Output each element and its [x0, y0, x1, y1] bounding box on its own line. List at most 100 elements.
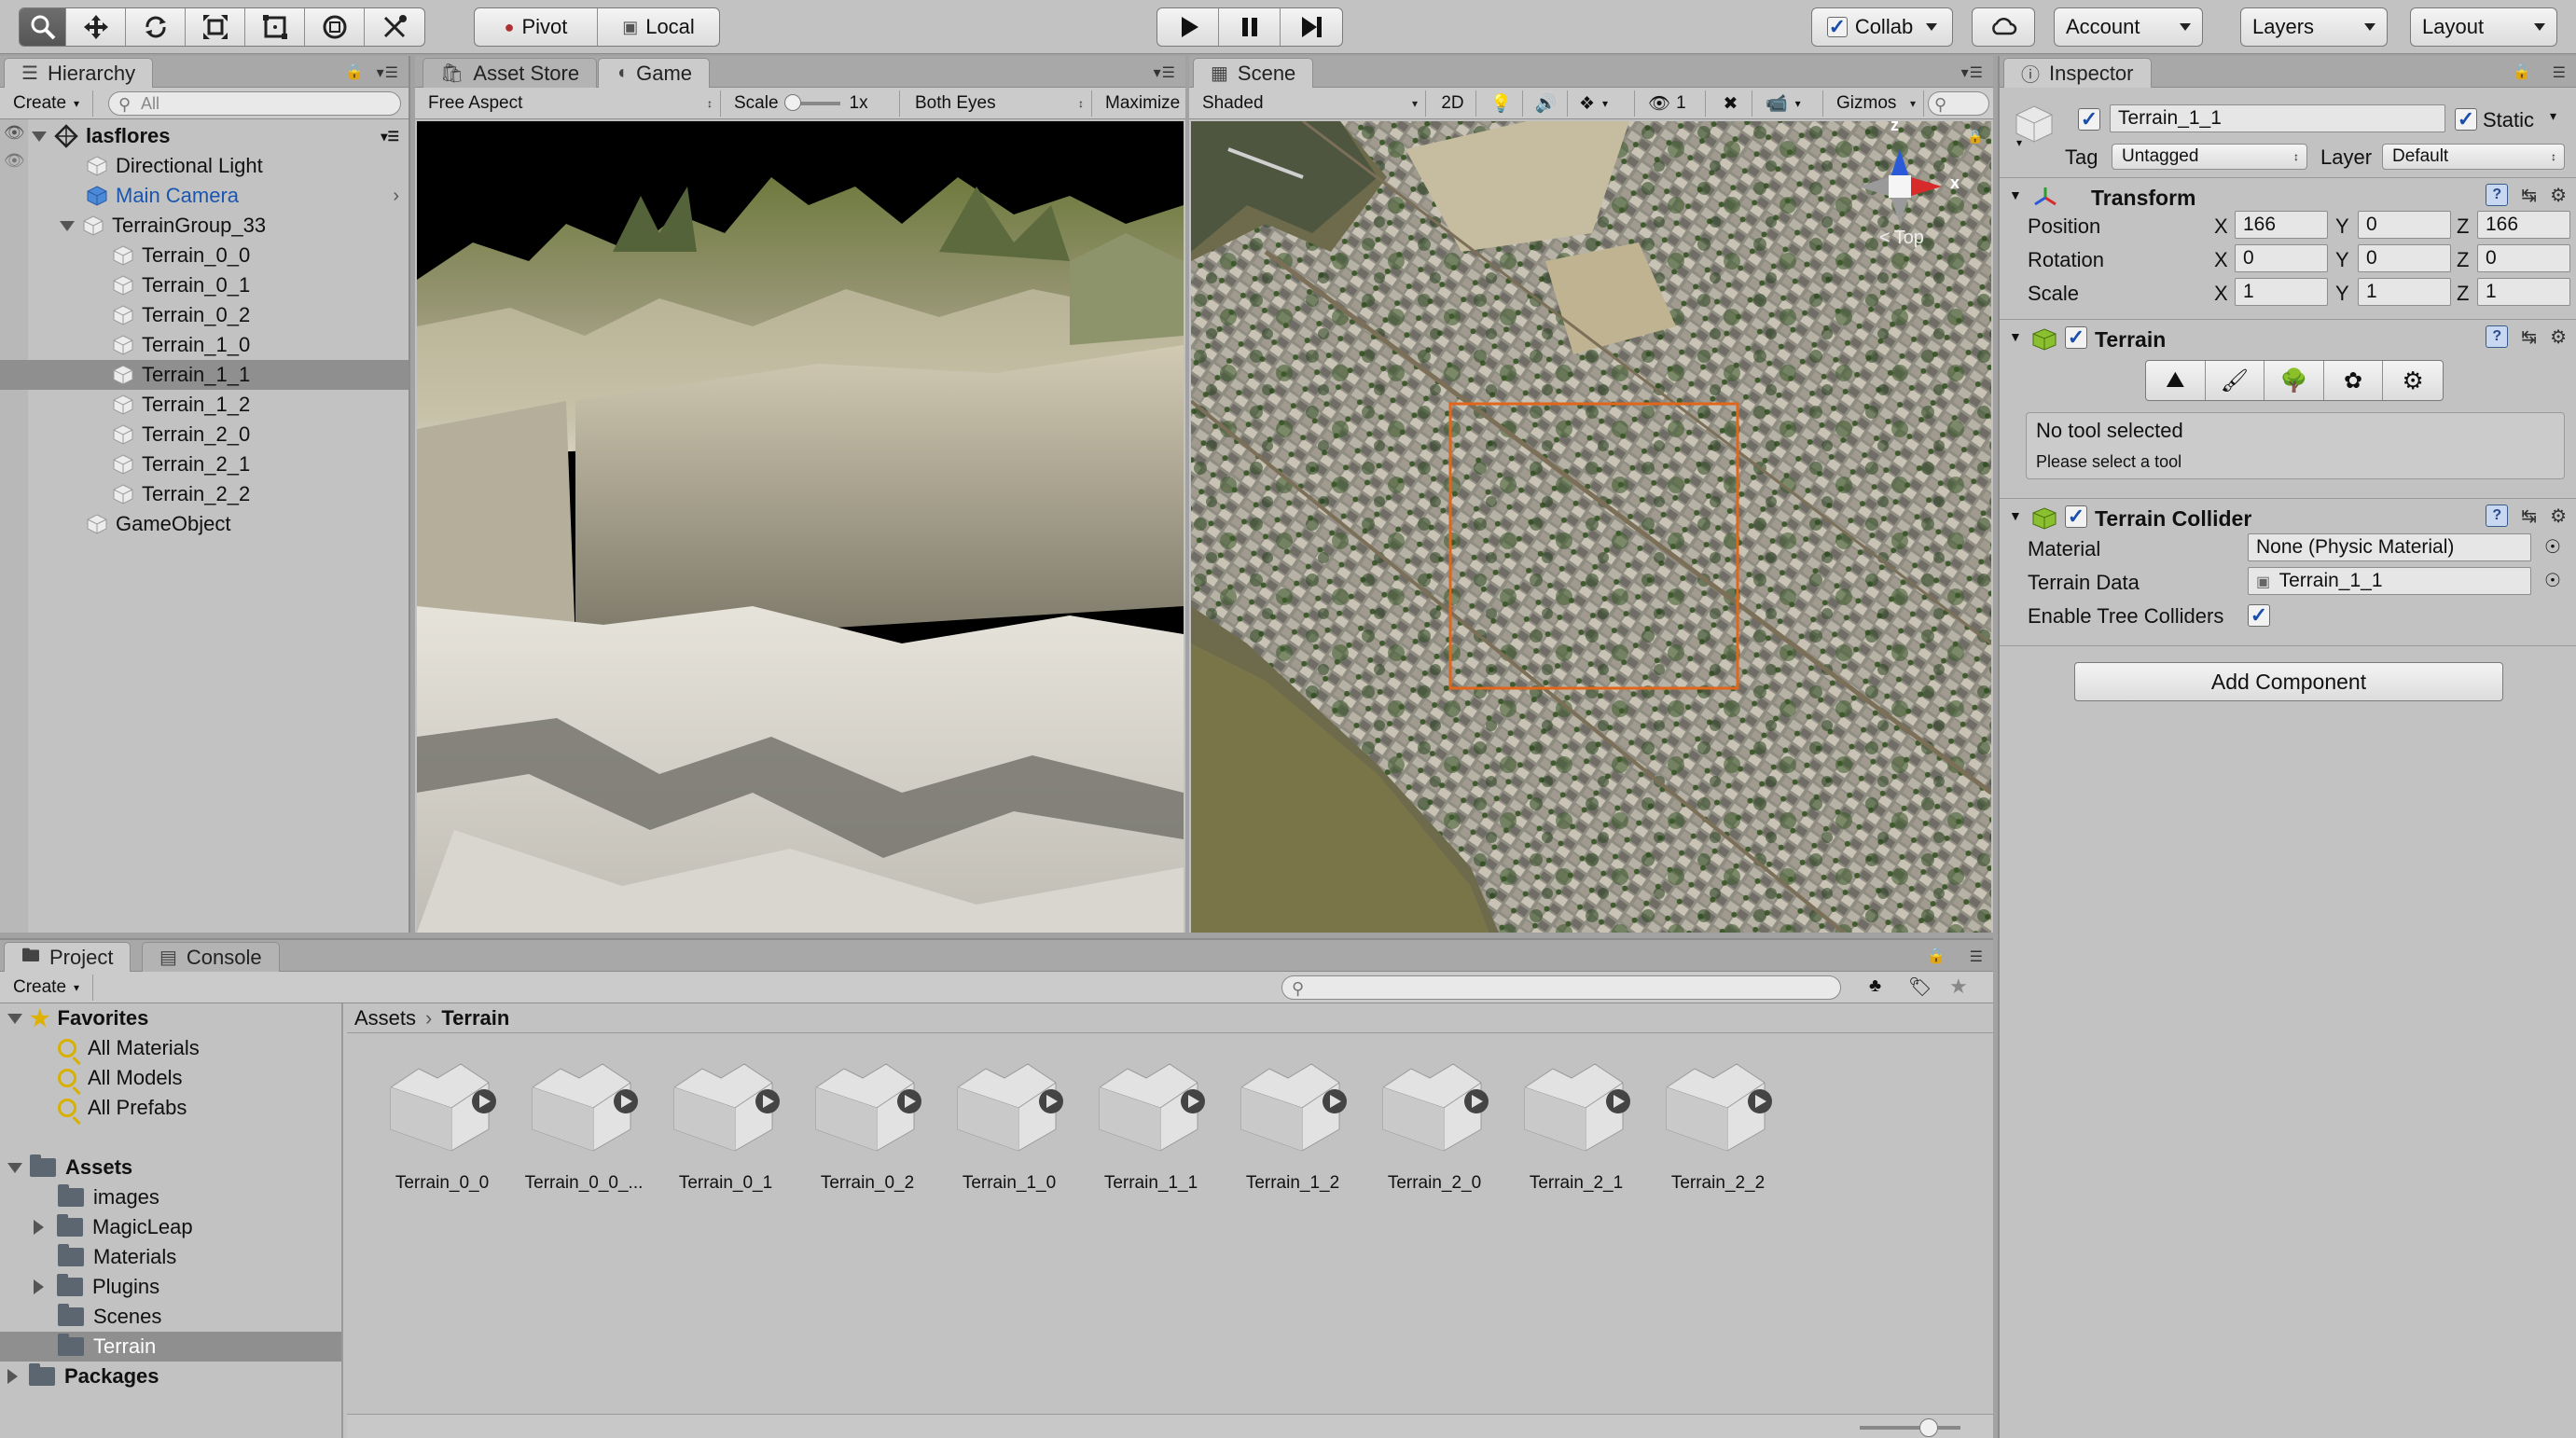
- paint-details-button[interactable]: ✿: [2324, 361, 2384, 400]
- rect-tool-button[interactable]: [245, 8, 305, 46]
- raise-terrain-button[interactable]: ⛰: [2146, 361, 2206, 400]
- expand-arrow-icon[interactable]: [34, 1220, 44, 1235]
- hidden-objects-toggle[interactable]: 👁 1: [1639, 90, 1706, 117]
- transform-header[interactable]: ▼ Transform ? ↹ ⚙: [2000, 177, 2576, 213]
- eyes-dropdown[interactable]: Both Eyes ↕: [906, 90, 1092, 117]
- fold-arrow-icon[interactable]: ▼: [2009, 508, 2022, 523]
- rotate-tool-button[interactable]: [126, 8, 186, 46]
- hierarchy-item[interactable]: Terrain_0_2: [0, 300, 409, 330]
- hierarchy-item[interactable]: Terrain_1_0: [0, 330, 409, 360]
- local-button[interactable]: ▣ Local: [598, 8, 719, 46]
- star-icon[interactable]: ★: [1949, 975, 1968, 999]
- effects-dropdown[interactable]: ❖ ▾: [1570, 90, 1635, 117]
- folder-item-selected[interactable]: Terrain: [0, 1332, 341, 1362]
- layout-dropdown[interactable]: Layout: [2410, 7, 2557, 47]
- collider-enabled-checkbox[interactable]: [2065, 505, 2087, 528]
- expand-arrow-icon[interactable]: [34, 1279, 44, 1294]
- tab-console[interactable]: ▤ Console: [142, 942, 280, 972]
- fold-arrow-icon[interactable]: ▼: [2009, 187, 2022, 202]
- object-picker-icon[interactable]: ☉: [2544, 569, 2561, 592]
- terrain-settings-button[interactable]: ⚙: [2383, 361, 2443, 400]
- favorite-item[interactable]: All Prefabs: [0, 1093, 341, 1123]
- move-tool-button[interactable]: [66, 8, 126, 46]
- scale-slider[interactable]: Scale 1x: [725, 90, 900, 117]
- gear-icon[interactable]: ⚙: [2550, 184, 2567, 207]
- preset-icon[interactable]: ↹: [2521, 184, 2537, 207]
- lock-icon[interactable]: 🔒: [345, 62, 364, 81]
- tab-asset-store[interactable]: 🛍 Asset Store: [422, 58, 598, 88]
- tag-icon[interactable]: 🏷: [1908, 975, 1932, 999]
- fold-arrow-icon[interactable]: [7, 1162, 22, 1173]
- add-component-button[interactable]: Add Component: [2074, 662, 2503, 701]
- tree-colliders-checkbox[interactable]: [2248, 604, 2270, 627]
- transform-tool-button[interactable]: [305, 8, 365, 46]
- gear-icon[interactable]: ⚙: [2550, 505, 2567, 528]
- preset-icon[interactable]: ↹: [2521, 325, 2537, 349]
- expand-arrow-icon[interactable]: [7, 1369, 18, 1384]
- panel-menu-icon[interactable]: ☰: [2553, 63, 2567, 82]
- hierarchy-item[interactable]: Directional Light: [0, 151, 409, 181]
- packages-row[interactable]: Packages: [0, 1362, 341, 1391]
- pause-button[interactable]: [1219, 8, 1281, 46]
- scale-z-input[interactable]: 1: [2477, 278, 2570, 306]
- slider-thumb[interactable]: [783, 94, 801, 111]
- layers-dropdown[interactable]: Layers: [2240, 7, 2388, 47]
- hierarchy-item[interactable]: GameObject: [0, 509, 409, 539]
- account-dropdown[interactable]: Account: [2054, 7, 2203, 47]
- custom-tool-button[interactable]: [365, 8, 424, 46]
- favorite-item[interactable]: All Materials: [0, 1033, 341, 1063]
- position-x-input[interactable]: 166: [2235, 211, 2328, 239]
- project-search-input[interactable]: ⚲: [1281, 975, 1841, 1000]
- cloud-button[interactable]: [1972, 7, 2035, 47]
- hierarchy-item[interactable]: Terrain_1_2: [0, 390, 409, 420]
- lighting-toggle[interactable]: 💡: [1480, 90, 1523, 117]
- hierarchy-item[interactable]: Terrain_2_0: [0, 420, 409, 449]
- step-button[interactable]: [1281, 8, 1342, 46]
- active-checkbox[interactable]: [2078, 108, 2100, 131]
- rotation-y-input[interactable]: 0: [2358, 244, 2451, 272]
- tab-game[interactable]: ◖ Game: [598, 58, 711, 88]
- panel-menu-icon[interactable]: ▾☰: [377, 63, 399, 82]
- rotation-z-input[interactable]: 0: [2477, 244, 2570, 272]
- favorites-row[interactable]: ★ Favorites: [0, 1003, 341, 1033]
- create-dropdown[interactable]: Create ▾: [4, 90, 93, 117]
- asset-item[interactable]: Terrain_0_1: [655, 1050, 796, 1209]
- scale-x-input[interactable]: 1: [2235, 278, 2328, 306]
- filter-type-icon[interactable]: ♣: [1869, 975, 1881, 997]
- scene-search-input[interactable]: ⚲: [1928, 91, 1989, 116]
- 2d-toggle[interactable]: 2D: [1430, 90, 1476, 117]
- asset-item[interactable]: Terrain_1_2: [1222, 1050, 1364, 1209]
- chevron-down-icon[interactable]: ▾: [2550, 108, 2556, 124]
- tab-inspector[interactable]: ⓘ Inspector: [2003, 58, 2152, 88]
- paint-trees-button[interactable]: 🌳: [2264, 361, 2324, 400]
- asset-item[interactable]: Terrain_2_1: [1505, 1050, 1647, 1209]
- hierarchy-item[interactable]: TerrainGroup_33: [0, 211, 409, 241]
- object-picker-icon[interactable]: ☉: [2544, 535, 2561, 559]
- project-create-dropdown[interactable]: Create ▾: [4, 975, 93, 1001]
- lock-icon[interactable]: 🔒: [1927, 947, 1946, 965]
- favorite-item[interactable]: All Models: [0, 1063, 341, 1093]
- material-field[interactable]: None (Physic Material): [2248, 533, 2531, 561]
- help-icon[interactable]: ?: [2486, 505, 2509, 527]
- hand-tool-button[interactable]: [20, 8, 66, 46]
- panel-menu-icon[interactable]: ☰: [1970, 947, 1984, 966]
- tools-toggle[interactable]: ✖: [1710, 90, 1752, 117]
- tab-hierarchy[interactable]: ☰ Hierarchy: [4, 58, 154, 88]
- object-name-input[interactable]: Terrain_1_1: [2110, 104, 2445, 132]
- position-z-input[interactable]: 166: [2477, 211, 2570, 239]
- preset-icon[interactable]: ↹: [2521, 505, 2537, 528]
- folder-item[interactable]: Materials: [0, 1242, 341, 1272]
- folder-item[interactable]: MagicLeap: [0, 1212, 341, 1242]
- breadcrumb-root[interactable]: Assets: [354, 1006, 416, 1030]
- fold-arrow-icon[interactable]: [60, 220, 75, 231]
- tab-scene[interactable]: ▦ Scene: [1193, 58, 1314, 88]
- fold-arrow-icon[interactable]: ▼: [2009, 329, 2022, 344]
- gear-icon[interactable]: ⚙: [2550, 325, 2567, 349]
- view-top-label[interactable]: < Top: [1879, 228, 1924, 249]
- static-checkbox[interactable]: [2455, 108, 2477, 131]
- scene-viewport[interactable]: z x < Top 🔒: [1191, 121, 1991, 933]
- chevron-down-icon[interactable]: ▾: [2016, 136, 2022, 149]
- folder-item[interactable]: Plugins: [0, 1272, 341, 1302]
- scale-tool-button[interactable]: [186, 8, 245, 46]
- scene-row[interactable]: lasflores ▾☰: [0, 121, 409, 151]
